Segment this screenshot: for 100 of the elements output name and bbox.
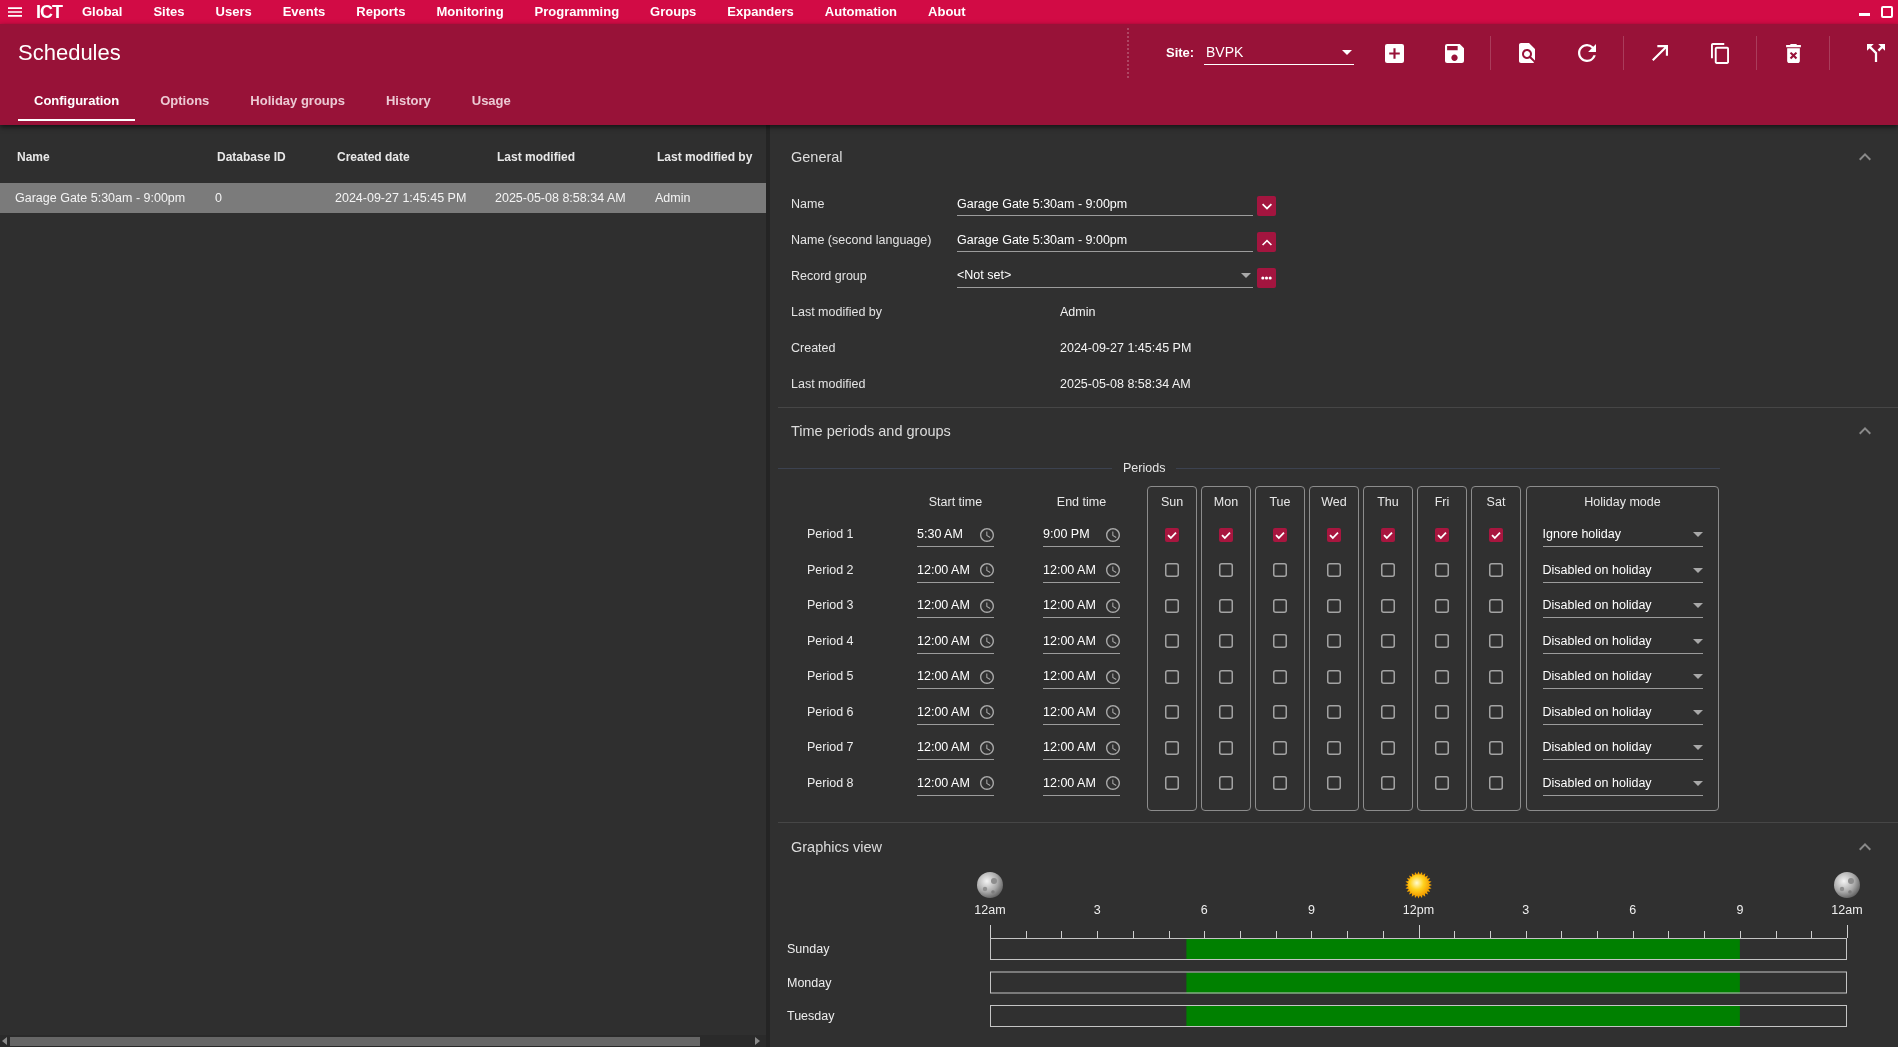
holiday-mode-select[interactable]: Ignore holiday [1542, 523, 1703, 548]
day-checkbox[interactable] [1219, 563, 1233, 578]
day-checkbox[interactable] [1327, 634, 1341, 649]
menu-item[interactable]: Monitoring [436, 0, 504, 24]
menu-icon[interactable] [8, 7, 22, 17]
clock-icon[interactable] [980, 527, 994, 542]
clock-icon[interactable] [1106, 634, 1120, 649]
day-checkbox[interactable] [1435, 705, 1449, 720]
day-checkbox[interactable] [1435, 527, 1449, 542]
start-time-field[interactable]: 12:00 AM [917, 700, 994, 725]
day-checkbox[interactable] [1489, 527, 1503, 542]
day-checkbox[interactable] [1219, 634, 1233, 649]
day-checkbox[interactable] [1273, 669, 1287, 684]
tab[interactable]: History [369, 82, 447, 121]
day-checkbox[interactable] [1489, 776, 1503, 791]
day-checkbox[interactable] [1165, 776, 1179, 791]
clock-icon[interactable] [980, 669, 994, 684]
collapse-button[interactable] [1257, 232, 1276, 252]
day-checkbox[interactable] [1381, 598, 1395, 613]
day-checkbox[interactable] [1327, 598, 1341, 613]
day-checkbox[interactable] [1435, 634, 1449, 649]
clock-icon[interactable] [1106, 705, 1120, 720]
end-time-field[interactable]: 12:00 AM [1043, 558, 1120, 583]
start-time-field[interactable]: 12:00 AM [917, 665, 994, 690]
clock-icon[interactable] [1106, 563, 1120, 578]
day-checkbox[interactable] [1165, 634, 1179, 649]
menu-item[interactable]: Events [282, 0, 326, 24]
day-checkbox[interactable] [1273, 740, 1287, 755]
text-field[interactable]: Garage Gate 5:30am - 9:00pm [957, 228, 1253, 252]
holiday-mode-select[interactable]: Disabled on holiday [1542, 771, 1703, 796]
day-checkbox[interactable] [1489, 634, 1503, 649]
end-time-field[interactable]: 12:00 AM [1043, 665, 1120, 690]
column-header[interactable]: Database ID [217, 149, 286, 164]
menu-item[interactable]: Global [82, 0, 123, 24]
day-checkbox[interactable] [1165, 740, 1179, 755]
holiday-mode-select[interactable]: Disabled on holiday [1542, 558, 1703, 583]
day-checkbox[interactable] [1165, 705, 1179, 720]
clock-icon[interactable] [980, 776, 994, 791]
day-checkbox[interactable] [1381, 669, 1395, 684]
clock-icon[interactable] [1106, 776, 1120, 791]
menu-item[interactable]: Programming [534, 0, 620, 24]
day-checkbox[interactable] [1273, 776, 1287, 791]
minimize-icon[interactable] [1859, 12, 1870, 16]
day-checkbox[interactable] [1489, 705, 1503, 720]
clock-icon[interactable] [980, 563, 994, 578]
clock-icon[interactable] [1106, 527, 1120, 542]
start-time-field[interactable]: 12:00 AM [917, 771, 994, 796]
tab[interactable]: Usage [455, 82, 527, 121]
scrollbar-thumb[interactable] [10, 1036, 700, 1046]
clock-icon[interactable] [1106, 740, 1120, 755]
clock-icon[interactable] [1106, 669, 1120, 684]
day-checkbox[interactable] [1165, 563, 1179, 578]
tab[interactable]: Options [144, 82, 226, 121]
table-row[interactable]: Garage Gate 5:30am - 9:00pm 0 2024-09-27 1:45:45 PM 2025-05-08 8:58:34 AM Admin [0, 183, 766, 213]
day-checkbox[interactable] [1273, 705, 1287, 720]
menu-item[interactable]: Users [215, 0, 252, 24]
maximize-icon[interactable] [1881, 6, 1893, 18]
text-field[interactable]: Garage Gate 5:30am - 9:00pm [957, 192, 1253, 216]
start-time-field[interactable]: 12:00 AM [917, 736, 994, 761]
holiday-mode-select[interactable]: Disabled on holiday [1542, 629, 1703, 654]
day-checkbox[interactable] [1219, 705, 1233, 720]
clock-icon[interactable] [1106, 598, 1120, 613]
start-time-field[interactable]: 12:00 AM [917, 558, 994, 583]
day-checkbox[interactable] [1219, 740, 1233, 755]
scroll-left-icon[interactable] [2, 1037, 7, 1045]
holiday-mode-select[interactable]: Disabled on holiday [1542, 594, 1703, 619]
day-checkbox[interactable] [1489, 740, 1503, 755]
day-checkbox[interactable] [1219, 527, 1233, 542]
start-time-field[interactable]: 12:00 AM [917, 629, 994, 654]
day-checkbox[interactable] [1327, 740, 1341, 755]
end-time-field[interactable]: 12:00 AM [1043, 594, 1120, 619]
clock-icon[interactable] [980, 598, 994, 613]
holiday-mode-select[interactable]: Disabled on holiday [1542, 665, 1703, 690]
day-checkbox[interactable] [1219, 776, 1233, 791]
day-checkbox[interactable] [1165, 669, 1179, 684]
day-checkbox[interactable] [1489, 669, 1503, 684]
dropdown-field[interactable]: <Not set> [957, 264, 1253, 288]
menu-item[interactable]: Reports [356, 0, 406, 24]
menu-item[interactable]: Automation [824, 0, 898, 24]
end-time-field[interactable]: 12:00 AM [1043, 700, 1120, 725]
day-checkbox[interactable] [1327, 563, 1341, 578]
day-checkbox[interactable] [1381, 634, 1395, 649]
day-checkbox[interactable] [1327, 527, 1341, 542]
day-checkbox[interactable] [1435, 563, 1449, 578]
clock-icon[interactable] [980, 740, 994, 755]
end-time-field[interactable]: 12:00 AM [1043, 629, 1120, 654]
tab[interactable]: Configuration [18, 82, 136, 121]
end-time-field[interactable]: 12:00 AM [1043, 736, 1120, 761]
day-checkbox[interactable] [1381, 705, 1395, 720]
column-header[interactable]: Last modified by [657, 149, 753, 164]
day-checkbox[interactable] [1327, 705, 1341, 720]
start-time-field[interactable]: 12:00 AM [917, 594, 994, 619]
site-select[interactable]: BVPK [1204, 41, 1354, 65]
tab[interactable]: Holiday groups [234, 82, 361, 121]
menu-item[interactable]: Sites [153, 0, 185, 24]
day-checkbox[interactable] [1381, 527, 1395, 542]
menu-item[interactable]: Groups [650, 0, 697, 24]
day-checkbox[interactable] [1327, 776, 1341, 791]
scroll-right-icon[interactable] [755, 1037, 760, 1045]
day-checkbox[interactable] [1489, 563, 1503, 578]
